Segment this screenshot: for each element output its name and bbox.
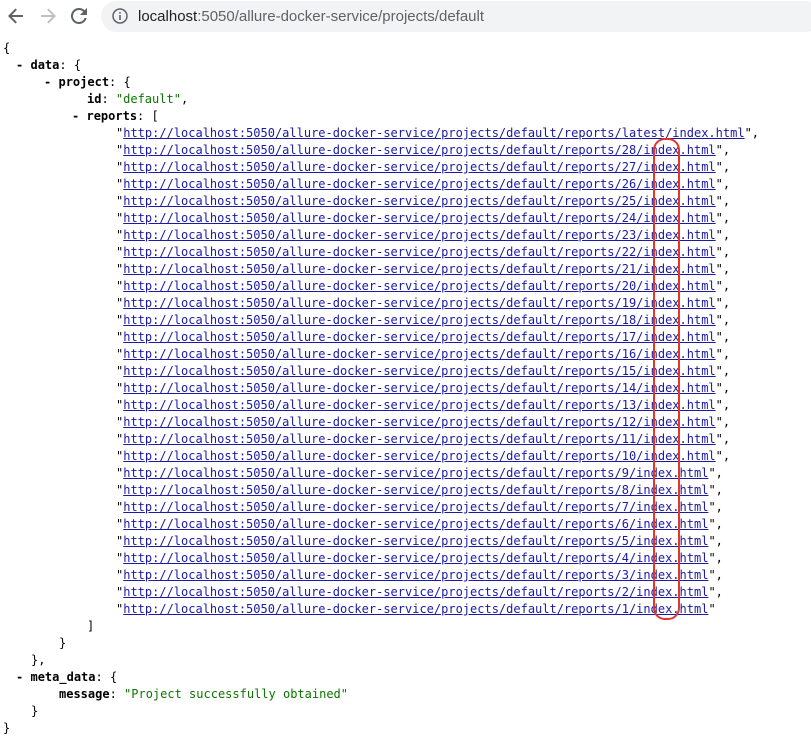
report-link[interactable]: http://localhost:5050/allure-docker-serv… xyxy=(123,330,715,344)
reload-button[interactable] xyxy=(69,6,89,26)
project-key: project xyxy=(58,75,110,89)
report-row: "http://localhost:5050/allure-docker-ser… xyxy=(116,245,731,259)
reports-row: - reports: [ xyxy=(72,109,159,123)
message-key: message xyxy=(59,687,110,701)
report-row: "http://localhost:5050/allure-docker-ser… xyxy=(116,160,731,174)
data-key: data xyxy=(30,58,60,72)
report-link[interactable]: http://localhost:5050/allure-docker-serv… xyxy=(123,262,715,276)
report-link[interactable]: http://localhost:5050/allure-docker-serv… xyxy=(123,228,715,242)
report-link[interactable]: http://localhost:5050/allure-docker-serv… xyxy=(123,194,715,208)
report-link[interactable]: http://localhost:5050/allure-docker-serv… xyxy=(123,245,715,259)
reports-close-bracket: ] xyxy=(87,619,95,633)
report-row: "http://localhost:5050/allure-docker-ser… xyxy=(116,466,723,480)
report-row: "http://localhost:5050/allure-docker-ser… xyxy=(116,415,731,429)
report-link[interactable]: http://localhost:5050/allure-docker-serv… xyxy=(123,126,744,140)
report-link[interactable]: http://localhost:5050/allure-docker-serv… xyxy=(123,279,715,293)
report-link[interactable]: http://localhost:5050/allure-docker-serv… xyxy=(123,483,708,497)
report-link[interactable]: http://localhost:5050/allure-docker-serv… xyxy=(123,534,708,548)
red-highlight-annotation xyxy=(653,138,680,620)
id-row: id: "default", xyxy=(87,92,189,106)
reports-key: reports xyxy=(86,109,138,123)
reports-open-bracket: [ xyxy=(151,109,159,123)
id-value: "default" xyxy=(115,92,181,106)
report-row: "http://localhost:5050/allure-docker-ser… xyxy=(116,364,731,378)
report-row: "http://localhost:5050/allure-docker-ser… xyxy=(116,381,731,395)
data-collapse-toggle[interactable]: - xyxy=(16,58,23,72)
report-link[interactable]: http://localhost:5050/allure-docker-serv… xyxy=(123,143,715,157)
meta-close-brace: } xyxy=(31,704,39,718)
report-link[interactable]: http://localhost:5050/allure-docker-serv… xyxy=(123,432,715,446)
report-row: "http://localhost:5050/allure-docker-ser… xyxy=(116,313,731,327)
report-link[interactable]: http://localhost:5050/allure-docker-serv… xyxy=(123,160,715,174)
report-link[interactable]: http://localhost:5050/allure-docker-serv… xyxy=(123,551,708,565)
report-link[interactable]: http://localhost:5050/allure-docker-serv… xyxy=(123,364,715,378)
message-row: message: "Project successfully obtained" xyxy=(59,687,348,701)
report-row: "http://localhost:5050/allure-docker-ser… xyxy=(116,262,731,276)
reports-collapse-toggle[interactable]: - xyxy=(72,109,79,123)
project-close-brace: } xyxy=(59,636,67,650)
address-bar[interactable]: localhost:5050/allure-docker-service/pro… xyxy=(101,1,811,32)
report-link[interactable]: http://localhost:5050/allure-docker-serv… xyxy=(123,296,715,310)
forward-button[interactable] xyxy=(38,6,58,26)
message-value: "Project successfully obtained" xyxy=(124,687,348,701)
report-row: "http://localhost:5050/allure-docker-ser… xyxy=(116,551,723,565)
data-close: }, xyxy=(31,653,46,667)
report-link[interactable]: http://localhost:5050/allure-docker-serv… xyxy=(123,415,715,429)
address-url[interactable]: localhost:5050/allure-docker-service/pro… xyxy=(138,8,484,25)
report-row: "http://localhost:5050/allure-docker-ser… xyxy=(116,177,731,191)
report-row: "http://localhost:5050/allure-docker-ser… xyxy=(116,500,723,514)
project-collapse-toggle[interactable]: - xyxy=(44,75,51,89)
meta-collapse-toggle[interactable]: - xyxy=(16,670,23,684)
meta-row: - meta_data: { xyxy=(16,670,118,684)
report-link[interactable]: http://localhost:5050/allure-docker-serv… xyxy=(123,585,708,599)
report-link[interactable]: http://localhost:5050/allure-docker-serv… xyxy=(123,381,715,395)
browser-toolbar: localhost:5050/allure-docker-service/pro… xyxy=(0,0,811,33)
report-link[interactable]: http://localhost:5050/allure-docker-serv… xyxy=(123,466,708,480)
report-link[interactable]: http://localhost:5050/allure-docker-serv… xyxy=(123,449,715,463)
json-open-brace: { xyxy=(3,41,11,55)
report-row: "http://localhost:5050/allure-docker-ser… xyxy=(116,347,731,361)
back-button[interactable] xyxy=(6,6,26,26)
report-row: "http://localhost:5050/allure-docker-ser… xyxy=(116,432,731,446)
report-link[interactable]: http://localhost:5050/allure-docker-serv… xyxy=(123,347,715,361)
report-row: "http://localhost:5050/allure-docker-ser… xyxy=(116,483,723,497)
report-row: "http://localhost:5050/allure-docker-ser… xyxy=(116,534,723,548)
report-row: "http://localhost:5050/allure-docker-ser… xyxy=(116,279,731,293)
arrow-left-icon xyxy=(8,8,23,24)
id-key: id xyxy=(87,92,102,106)
report-row: "http://localhost:5050/allure-docker-ser… xyxy=(116,398,731,412)
arrow-right-icon xyxy=(41,8,56,24)
report-row: "http://localhost:5050/allure-docker-ser… xyxy=(116,143,731,157)
project-row: - project: { xyxy=(44,75,131,89)
report-link[interactable]: http://localhost:5050/allure-docker-serv… xyxy=(123,398,715,412)
report-row: "http://localhost:5050/allure-docker-ser… xyxy=(116,585,723,599)
report-link[interactable]: http://localhost:5050/allure-docker-serv… xyxy=(123,313,715,327)
json-close-brace: } xyxy=(3,721,11,735)
report-row: "http://localhost:5050/allure-docker-ser… xyxy=(116,228,731,242)
report-row: "http://localhost:5050/allure-docker-ser… xyxy=(116,517,723,531)
data-row: - data: { xyxy=(16,58,82,72)
info-icon[interactable] xyxy=(112,8,128,24)
meta-key: meta_data xyxy=(30,670,96,684)
report-link[interactable]: http://localhost:5050/allure-docker-serv… xyxy=(123,177,715,191)
url-path: :5050/allure-docker-service/projects/def… xyxy=(197,8,485,25)
report-row: "http://localhost:5050/allure-docker-ser… xyxy=(116,568,723,582)
report-link[interactable]: http://localhost:5050/allure-docker-serv… xyxy=(123,211,715,225)
report-row: "http://localhost:5050/allure-docker-ser… xyxy=(116,296,731,310)
report-link[interactable]: http://localhost:5050/allure-docker-serv… xyxy=(123,602,708,616)
url-host: localhost xyxy=(138,8,198,25)
report-row: "http://localhost:5050/allure-docker-ser… xyxy=(116,211,731,225)
report-row: "http://localhost:5050/allure-docker-ser… xyxy=(116,602,716,616)
report-link[interactable]: http://localhost:5050/allure-docker-serv… xyxy=(123,500,708,514)
reload-icon xyxy=(71,8,87,24)
report-link[interactable]: http://localhost:5050/allure-docker-serv… xyxy=(123,568,708,582)
report-row: "http://localhost:5050/allure-docker-ser… xyxy=(116,449,731,463)
report-row: "http://localhost:5050/allure-docker-ser… xyxy=(116,194,731,208)
report-row: "http://localhost:5050/allure-docker-ser… xyxy=(116,330,731,344)
report-link[interactable]: http://localhost:5050/allure-docker-serv… xyxy=(123,517,708,531)
